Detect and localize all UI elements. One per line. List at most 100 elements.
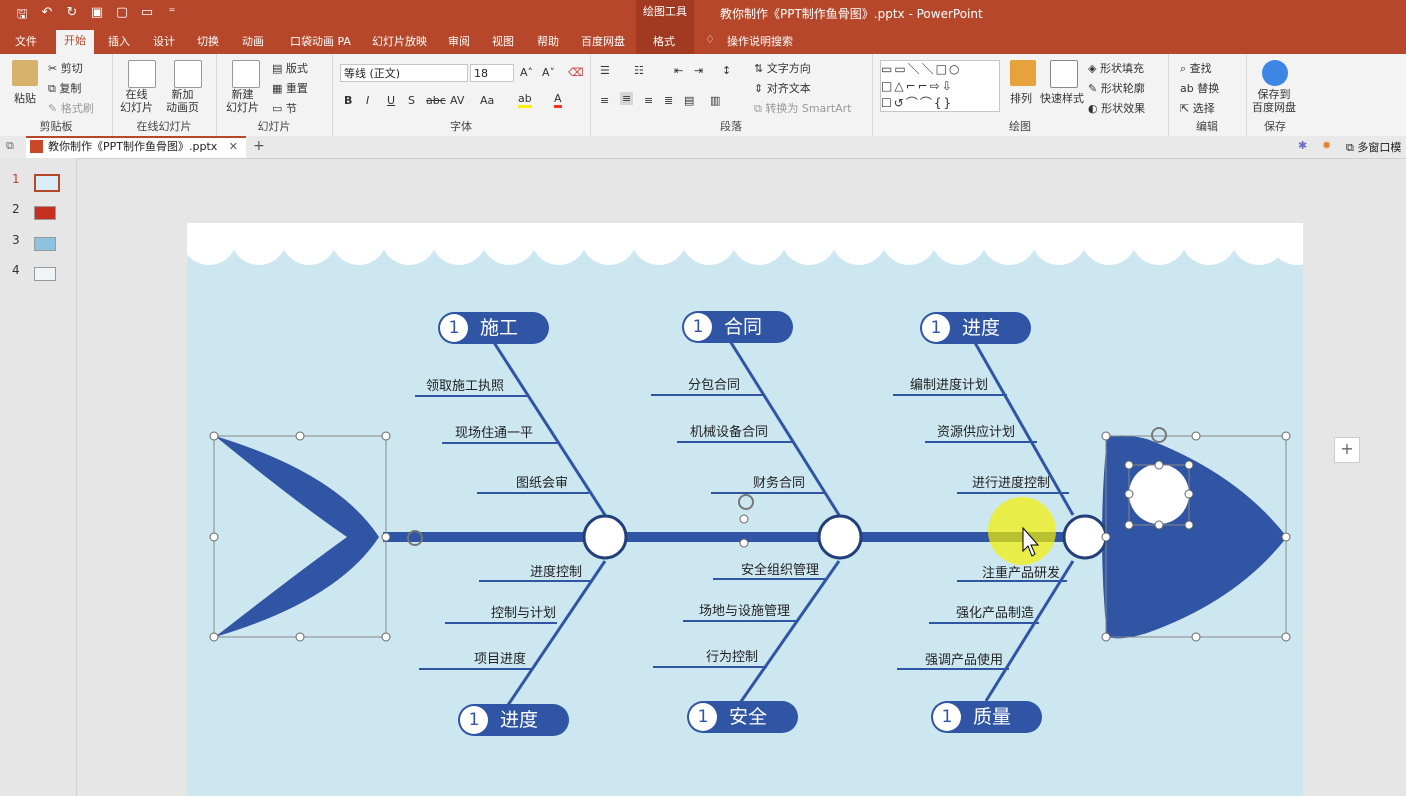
tab-design[interactable]: 设计 (153, 33, 175, 49)
tab-list-icon[interactable]: ⧉ (6, 139, 14, 153)
copy-button[interactable]: ⧉ 复制 (48, 80, 81, 96)
save-baidu-button[interactable]: 保存到 百度网盘 (1252, 88, 1296, 114)
tab-home[interactable]: 开始 (56, 30, 94, 54)
baidu-cloud-icon[interactable] (1262, 60, 1288, 86)
line-spacing-icon[interactable]: ↕ (722, 64, 731, 77)
tab-insert[interactable]: 插入 (108, 33, 130, 49)
new-slide-icon[interactable] (232, 60, 260, 88)
section-button[interactable]: ▭ 节 (272, 100, 297, 116)
char-spacing-icon[interactable]: AV (450, 94, 464, 107)
tab-help[interactable]: 帮助 (537, 33, 559, 49)
tab-pocket-animation[interactable]: 口袋动画 PA (290, 33, 351, 49)
replace-button[interactable]: ab 替换 (1180, 80, 1219, 96)
fish-eye[interactable] (1129, 464, 1189, 524)
justify-icon[interactable]: ≣ (664, 94, 673, 107)
font-group: 等线 (正文) 18 A˄ A˅ ⌫ B I U S abc AV Aa ab … (332, 54, 591, 136)
tab-transitions[interactable]: 切换 (197, 33, 219, 49)
align-left-icon[interactable]: ≡ (600, 94, 609, 107)
shrink-font-icon[interactable]: A˅ (542, 66, 555, 79)
category-number: 1 (922, 314, 950, 342)
tab-review[interactable]: 审阅 (448, 33, 470, 49)
customize-qat-icon[interactable]: ⁼ (164, 5, 180, 27)
underline-icon[interactable]: U (387, 94, 395, 107)
clear-format-icon[interactable]: ⌫ (568, 66, 584, 79)
document-tab[interactable]: 教你制作《PPT制作鱼骨图》.pptx ✕ (26, 136, 246, 158)
font-size-select[interactable]: 18 (470, 64, 514, 82)
present-icon[interactable]: ▣ (89, 5, 105, 27)
category-number: 1 (933, 703, 961, 731)
layout-button[interactable]: ▤ 版式 (272, 60, 308, 76)
open-folder-icon[interactable]: ▭ (139, 5, 155, 27)
pin-icon[interactable]: ✱ (1298, 139, 1307, 152)
close-tab-icon[interactable]: ✕ (229, 140, 238, 153)
save-icon[interactable]: 🖫 (14, 5, 30, 27)
bold-icon[interactable]: B (344, 94, 352, 107)
new-tab-icon[interactable]: + (253, 138, 265, 154)
align-center-icon[interactable]: ≡ (620, 92, 634, 105)
arrange-button[interactable]: 排列 (1010, 90, 1032, 106)
format-painter-button[interactable]: ✎ 格式刷 (48, 100, 94, 116)
shapes-gallery[interactable]: ▭▭＼＼□○ □△⌐⌐⇨⇩ ☐↺⌒⌒{} (880, 60, 1000, 112)
tab-format[interactable]: 格式 (653, 33, 675, 49)
increase-indent-icon[interactable]: ⇥ (694, 64, 703, 77)
fish-tail[interactable] (215, 436, 379, 637)
slide-thumbnail-2[interactable] (34, 206, 56, 220)
tell-me-search[interactable]: 操作说明搜索 (727, 33, 793, 49)
tab-animations[interactable]: 动画 (242, 33, 264, 49)
shape-outline-button[interactable]: ✎ 形状轮廓 (1088, 80, 1145, 96)
strikethrough-icon[interactable]: abc (426, 94, 446, 107)
branch-item: 现场住通一平 (455, 426, 534, 441)
bullets-icon[interactable]: ☰ (600, 64, 610, 77)
font-color-icon[interactable]: A (554, 92, 562, 108)
align-text-button[interactable]: ⇕ 对齐文本 (754, 80, 811, 96)
tab-file[interactable]: 文件 (15, 33, 37, 49)
find-button[interactable]: ⌕ 查找 (1180, 60, 1212, 76)
settings-gear-icon[interactable]: ✹ (1322, 139, 1331, 152)
multi-window-button[interactable]: ⧉ 多窗口模 (1346, 139, 1401, 155)
new-slide-button[interactable]: 新建 幻灯片 (226, 88, 259, 114)
distributed-icon[interactable]: ▤ (684, 94, 694, 107)
online-slides-icon[interactable] (128, 60, 156, 88)
italic-icon[interactable]: I (366, 94, 369, 107)
shape-effects-button[interactable]: ◐ 形状效果 (1088, 100, 1145, 116)
slide-thumbnail-4[interactable] (34, 267, 56, 281)
undo-icon[interactable]: ↶ (39, 5, 55, 27)
new-animation-page-icon[interactable] (174, 60, 202, 88)
online-slides-button[interactable]: 在线 幻灯片 (120, 88, 153, 114)
tab-baidu[interactable]: 百度网盘 (581, 33, 625, 49)
new-animation-page-button[interactable]: 新加 动画页 (166, 88, 199, 114)
arrange-icon[interactable] (1010, 60, 1036, 86)
slide-canvas[interactable]: 1 施工 1 合同 1 进度 1 进度 1 安全 1 质量 领取施工执照 现场住… (187, 223, 1303, 796)
add-button[interactable]: + (1334, 437, 1360, 463)
paste-button[interactable]: 粘贴 (14, 90, 36, 106)
quick-styles-button[interactable]: 快速样式 (1040, 90, 1084, 106)
decrease-indent-icon[interactable]: ⇤ (674, 64, 683, 77)
category-pill-construction: 1 施工 (438, 312, 549, 344)
text-direction-button[interactable]: ⇅ 文字方向 (754, 60, 811, 76)
quick-styles-icon[interactable] (1050, 60, 1078, 88)
align-right-icon[interactable]: ≡ (644, 94, 653, 107)
grow-font-icon[interactable]: A˄ (520, 66, 533, 79)
shape-fill-button[interactable]: ◈ 形状填充 (1088, 60, 1144, 76)
select-button[interactable]: ⇱ 选择 (1180, 100, 1215, 116)
paste-icon[interactable] (12, 60, 38, 86)
numbering-icon[interactable]: ☷ (634, 64, 644, 77)
pptx-file-icon (30, 140, 43, 153)
redo-icon[interactable]: ↻ (64, 5, 80, 27)
tab-view[interactable]: 视图 (492, 33, 514, 49)
columns-icon[interactable]: ▥ (710, 94, 720, 107)
shadow-icon[interactable]: S (408, 94, 415, 107)
tab-slideshow[interactable]: 幻灯片放映 (372, 33, 427, 49)
ribbon-tabs: 文件 开始 插入 设计 切换 动画 口袋动画 PA 幻灯片放映 审阅 视图 帮助… (0, 28, 1406, 54)
highlight-icon[interactable]: ab (518, 92, 532, 108)
new-file-icon[interactable]: ▢ (114, 5, 130, 27)
cut-button[interactable]: ✂ 剪切 (48, 60, 83, 76)
slide-thumbnail-1[interactable] (34, 174, 60, 192)
change-case-icon[interactable]: Aa (480, 94, 494, 107)
smartart-button[interactable]: ⧉ 转换为 SmartArt (754, 100, 852, 116)
title-bar: 🖫 ↶ ↻ ▣ ▢ ▭ ⁼ 绘图工具 教你制作《PPT制作鱼骨图》.pptx -… (0, 0, 1406, 28)
font-name-select[interactable]: 等线 (正文) (340, 64, 468, 82)
branch-item: 分包合同 (688, 378, 741, 393)
slide-thumbnail-3[interactable] (34, 237, 56, 251)
reset-button[interactable]: ▦ 重置 (272, 80, 308, 96)
